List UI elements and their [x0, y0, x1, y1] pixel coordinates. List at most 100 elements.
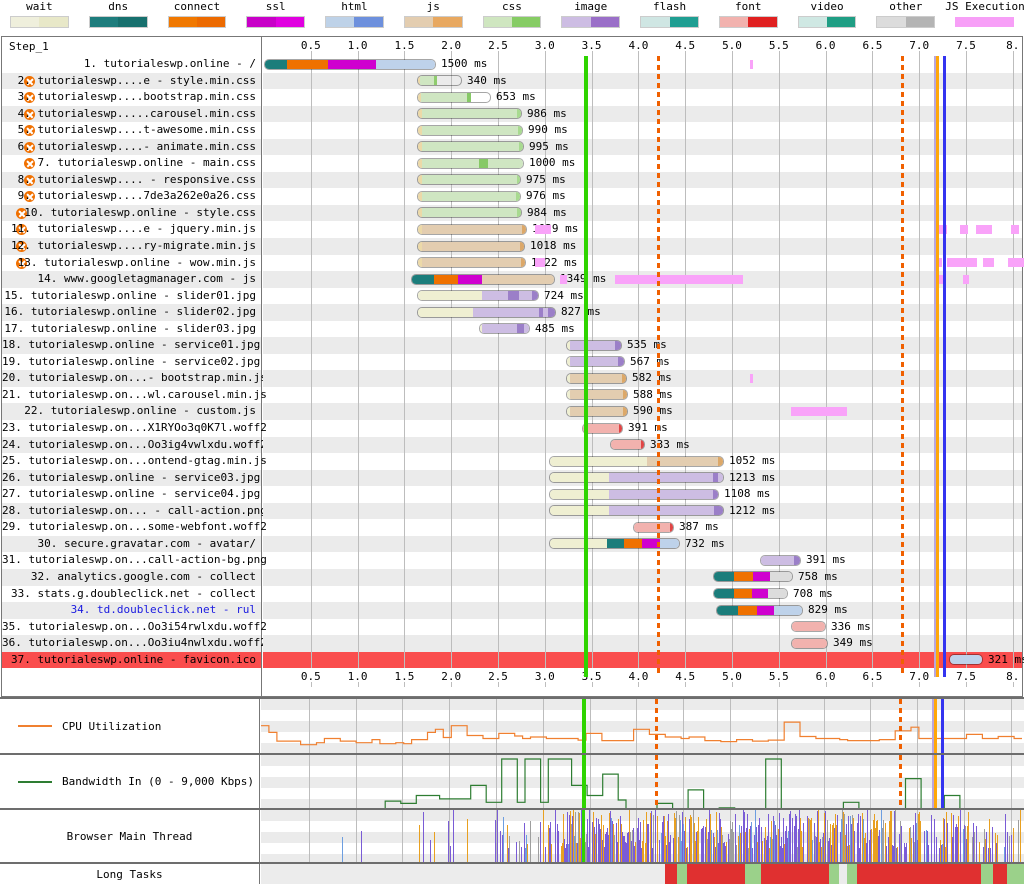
- request-bar[interactable]: [582, 423, 623, 434]
- request-bar[interactable]: [713, 588, 788, 599]
- waterfall-row[interactable]: 732 ms: [263, 536, 1022, 553]
- waterfall-row[interactable]: 653 ms: [263, 89, 1022, 106]
- waterfall-row[interactable]: 535 ms: [263, 337, 1022, 354]
- waterfall-row[interactable]: 986 ms: [263, 106, 1022, 123]
- waterfall-row[interactable]: 590 ms: [263, 403, 1022, 420]
- request-label-row[interactable]: 4. tutorialeswp.....carousel.min.css: [2, 106, 261, 123]
- waterfall-row[interactable]: 349 ms: [263, 635, 1022, 652]
- waterfall-row[interactable]: 1349 ms: [263, 271, 1022, 288]
- waterfall-row[interactable]: 340 ms: [263, 73, 1022, 90]
- request-label-row[interactable]: 32. analytics.google.com - collect: [2, 569, 261, 586]
- waterfall-row[interactable]: 391 ms: [263, 552, 1022, 569]
- request-bar[interactable]: [949, 654, 983, 665]
- request-label-row[interactable]: 12. tutorialeswp....ry-migrate.min.js: [2, 238, 261, 255]
- request-bar[interactable]: [479, 323, 530, 334]
- request-label-row[interactable]: 29. tutorialeswp.on...some-webfont.woff2: [2, 519, 261, 536]
- request-label-row[interactable]: 6. tutorialeswp....- animate.min.css: [2, 139, 261, 156]
- request-label-row[interactable]: 22. tutorialeswp.online - custom.js: [2, 403, 261, 420]
- request-bar[interactable]: [549, 456, 724, 467]
- request-bar[interactable]: [417, 125, 523, 136]
- request-label-row[interactable]: 18. tutorialeswp.online - service01.jpg: [2, 337, 261, 354]
- request-bar[interactable]: [566, 373, 627, 384]
- request-label-row[interactable]: 37. tutorialeswp.online - favicon.ico: [2, 652, 261, 669]
- request-bar[interactable]: [760, 555, 801, 566]
- waterfall-row[interactable]: 984 ms: [263, 205, 1022, 222]
- waterfall-row[interactable]: 976 ms: [263, 188, 1022, 205]
- request-label-row[interactable]: 30. secure.gravatar.com - avatar/: [2, 536, 261, 553]
- waterfall-row[interactable]: 1000 ms: [263, 155, 1022, 172]
- request-bar[interactable]: [264, 59, 436, 70]
- waterfall-row[interactable]: 995 ms: [263, 139, 1022, 156]
- request-label-row[interactable]: 2. tutorialeswp....e - style.min.css: [2, 73, 261, 90]
- request-bar[interactable]: [549, 489, 719, 500]
- request-label-row[interactable]: 26. tutorialeswp.online - service03.jpg: [2, 470, 261, 487]
- waterfall-row[interactable]: 1052 ms: [263, 453, 1022, 470]
- request-label-row[interactable]: 31. tutorialeswp.on...call-action-bg.png: [2, 552, 261, 569]
- request-bar[interactable]: [791, 638, 828, 649]
- request-bar[interactable]: [417, 174, 521, 185]
- request-bar[interactable]: [566, 406, 628, 417]
- request-bar[interactable]: [417, 257, 526, 268]
- request-label-row[interactable]: 8. tutorialeswp.... - responsive.css: [2, 172, 261, 189]
- waterfall-row[interactable]: 1018 ms: [263, 238, 1022, 255]
- request-label-row[interactable]: 3. tutorialeswp....bootstrap.min.css: [2, 89, 261, 106]
- request-label-row[interactable]: 19. tutorialeswp.online - service02.jpg: [2, 354, 261, 371]
- request-bar[interactable]: [417, 241, 525, 252]
- waterfall-row[interactable]: 1500 ms: [263, 56, 1022, 73]
- request-bar[interactable]: [549, 472, 724, 483]
- waterfall-row[interactable]: 829 ms: [263, 602, 1022, 619]
- request-label-row[interactable]: 23. tutorialeswp.on...X1RYOo3q0K7l.woff2: [2, 420, 261, 437]
- waterfall-row[interactable]: 758 ms: [263, 569, 1022, 586]
- waterfall-row[interactable]: 391 ms: [263, 420, 1022, 437]
- waterfall-row[interactable]: 567 ms: [263, 354, 1022, 371]
- request-bar[interactable]: [417, 75, 462, 86]
- request-label-row[interactable]: 13. tutorialeswp.online - wow.min.js: [2, 255, 261, 272]
- request-bar[interactable]: [713, 571, 793, 582]
- waterfall-row[interactable]: 588 ms: [263, 387, 1022, 404]
- request-label-row[interactable]: 10. tutorialeswp.online - style.css: [2, 205, 261, 222]
- request-label-row[interactable]: 25. tutorialeswp.on...ontend-gtag.min.js: [2, 453, 261, 470]
- waterfall-row[interactable]: 582 ms: [263, 370, 1022, 387]
- waterfall-row[interactable]: 1029 ms: [263, 221, 1022, 238]
- request-label-row[interactable]: 5. tutorialeswp....t-awesome.min.css: [2, 122, 261, 139]
- request-label-row[interactable]: 20. tutorialeswp.on...- bootstrap.min.js: [2, 370, 261, 387]
- waterfall-row[interactable]: 387 ms: [263, 519, 1022, 536]
- request-label-row[interactable]: 9. tutorialeswp....7de3a262e0a26.css: [2, 188, 261, 205]
- waterfall-row[interactable]: 1022 ms: [263, 255, 1022, 272]
- request-bar[interactable]: [566, 356, 625, 367]
- request-label-row[interactable]: 33. stats.g.doubleclick.net - collect: [2, 586, 261, 603]
- request-label-row[interactable]: 1. tutorialeswp.online - /: [2, 56, 261, 73]
- waterfall-row[interactable]: 336 ms: [263, 619, 1022, 636]
- request-bar[interactable]: [716, 605, 803, 616]
- request-bar[interactable]: [417, 141, 524, 152]
- request-label-row[interactable]: 17. tutorialeswp.online - slider03.jpg: [2, 321, 261, 338]
- waterfall-row[interactable]: 990 ms: [263, 122, 1022, 139]
- request-bar[interactable]: [549, 538, 680, 549]
- request-bar[interactable]: [633, 522, 674, 533]
- request-bar[interactable]: [417, 108, 522, 119]
- request-bar[interactable]: [610, 439, 645, 450]
- request-label-row[interactable]: 21. tutorialeswp.on...wl.carousel.min.js: [2, 387, 261, 404]
- request-label-row[interactable]: 7. tutorialeswp.online - main.css: [2, 155, 261, 172]
- request-bar[interactable]: [417, 158, 524, 169]
- request-label-row[interactable]: 36. tutorialeswp.on...Oo3iu4nwlxdu.woff2: [2, 635, 261, 652]
- request-label-row[interactable]: 24. tutorialeswp.on...Oo3ig4vwlxdu.woff2: [2, 437, 261, 454]
- waterfall-row[interactable]: 975 ms: [263, 172, 1022, 189]
- request-label-row[interactable]: 27. tutorialeswp.online - service04.jpg: [2, 486, 261, 503]
- request-bar[interactable]: [566, 389, 628, 400]
- waterfall-row[interactable]: 485 ms: [263, 321, 1022, 338]
- waterfall-row[interactable]: 333 ms: [263, 437, 1022, 454]
- waterfall-row[interactable]: 1213 ms: [263, 470, 1022, 487]
- request-label-row[interactable]: 15. tutorialeswp.online - slider01.jpg: [2, 288, 261, 305]
- request-label-row[interactable]: 34. td.doubleclick.net - rul: [2, 602, 261, 619]
- waterfall-row[interactable]: 1212 ms: [263, 503, 1022, 520]
- request-bar[interactable]: [549, 505, 724, 516]
- request-bar[interactable]: [417, 224, 527, 235]
- waterfall-row[interactable]: 724 ms: [263, 288, 1022, 305]
- request-label-row[interactable]: 28. tutorialeswp.on... - call-action.png: [2, 503, 261, 520]
- request-label-row[interactable]: 16. tutorialeswp.online - slider02.jpg: [2, 304, 261, 321]
- request-bar[interactable]: [417, 92, 491, 103]
- request-bar[interactable]: [417, 307, 556, 318]
- request-bar[interactable]: [417, 290, 539, 301]
- request-bar[interactable]: [417, 207, 522, 218]
